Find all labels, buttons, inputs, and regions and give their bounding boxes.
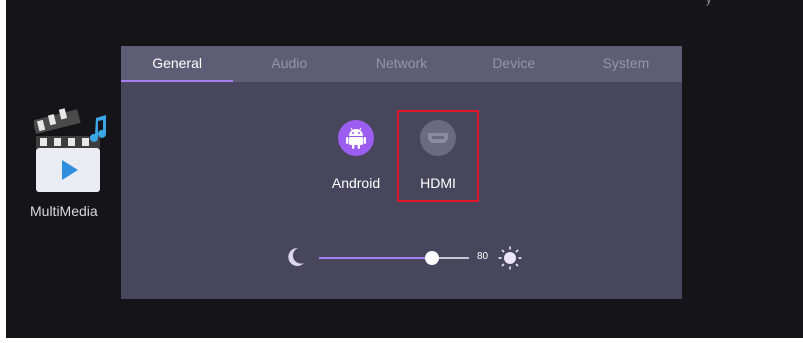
android-icon [338, 120, 374, 156]
brightness-slider-thumb[interactable] [424, 251, 439, 265]
tab-general[interactable]: General [121, 46, 234, 82]
source-android-label: Android [331, 175, 381, 191]
hdmi-highlight-box [397, 110, 479, 202]
sun-icon [498, 246, 522, 270]
brightness-slider-fill [319, 257, 432, 259]
brightness-control: 80 [121, 242, 682, 272]
tab-bar: General Audio Network Device System [121, 46, 682, 82]
source-android[interactable]: Android [314, 120, 398, 191]
brightness-slider[interactable] [319, 251, 469, 265]
multimedia-app[interactable]: MultiMedia [30, 108, 114, 219]
tab-device[interactable]: Device [458, 46, 570, 82]
tab-audio[interactable]: Audio [233, 46, 345, 82]
multimedia-label: MultiMedia [30, 203, 98, 219]
moon-icon [288, 247, 304, 266]
settings-dialog: General Audio Network Device System Andr… [121, 46, 682, 299]
brightness-value: 80 [477, 251, 489, 262]
multimedia-icon [34, 108, 106, 192]
tab-system[interactable]: System [570, 46, 682, 82]
corner-text: y [706, 0, 712, 6]
screen: y MultiMedia General Audio Network Devic… [6, 0, 803, 338]
tab-network[interactable]: Network [345, 46, 457, 82]
